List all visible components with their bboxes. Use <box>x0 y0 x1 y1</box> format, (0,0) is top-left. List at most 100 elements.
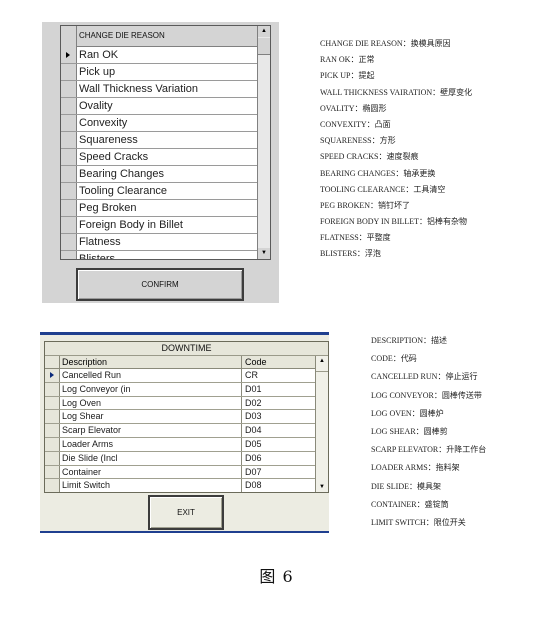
code-cell: D08 <box>241 479 319 492</box>
row-selector[interactable] <box>61 166 76 182</box>
description-cell: Log Shear <box>62 411 104 422</box>
reason-label: Blisters <box>79 253 116 260</box>
vertical-scrollbar[interactable]: ▲ ▼ <box>315 356 328 492</box>
table-row[interactable]: Container D07 <box>45 465 315 480</box>
list-item[interactable]: Convexity <box>61 115 257 132</box>
list-item[interactable]: Blisters <box>61 251 257 260</box>
list-item[interactable]: Ran OK <box>61 47 257 64</box>
list-item[interactable]: Bearing Changes <box>61 166 257 183</box>
scrollbar-thumb[interactable] <box>258 38 270 55</box>
glossary-entry: BLISTERS：浮泡 <box>320 249 381 259</box>
reason-list: Ran OK Pick up Wall Thickness Variation Ova… <box>61 47 257 260</box>
scroll-down-icon[interactable]: ▼ <box>316 482 328 492</box>
row-selector[interactable] <box>45 437 60 451</box>
description-cell: Cancelled Run <box>62 370 122 380</box>
glossary-entry: LOG OVEN：圆棒炉 <box>371 408 444 418</box>
current-row-arrow-icon <box>66 52 70 58</box>
glossary-entry: LOADER ARMS：拖料架 <box>371 463 460 473</box>
row-selector[interactable] <box>61 98 76 114</box>
list-item[interactable]: Pick up <box>61 64 257 81</box>
row-selector[interactable] <box>61 217 76 233</box>
table-row[interactable]: Cancelled Run CR <box>45 369 315 383</box>
confirm-button[interactable]: CONFIRM <box>76 268 244 301</box>
table-row[interactable]: Loader Arms D05 <box>45 437 315 452</box>
row-selector[interactable] <box>45 396 60 410</box>
row-selector[interactable] <box>61 149 76 165</box>
row-selector[interactable] <box>45 382 60 396</box>
figure-caption: 图 6 <box>259 567 294 586</box>
exit-button[interactable]: EXIT <box>148 495 224 530</box>
row-selector[interactable] <box>61 64 76 80</box>
list-item[interactable]: Squareness <box>61 132 257 149</box>
column-header-change-die-reason[interactable]: CHANGE DIE REASON <box>77 26 257 47</box>
code-cell: D03 <box>241 410 319 424</box>
reason-label: Ovality <box>79 100 113 112</box>
list-item[interactable]: Flatness <box>61 234 257 251</box>
change-die-reason-grid: CHANGE DIE REASON Ran OK Pick up Wall Thic… <box>60 25 271 260</box>
description-cell: Die Slide (Incl <box>62 452 118 463</box>
column-header-code[interactable]: Code <box>241 356 267 368</box>
code-cell: D01 <box>241 382 319 396</box>
glossary-entry: PICK UP：提起 <box>320 71 375 81</box>
list-item[interactable]: Foreign Body in Billet <box>61 217 257 234</box>
table-row[interactable]: Die Slide (Incl D06 <box>45 451 315 466</box>
reason-label: Foreign Body in Billet <box>79 219 183 231</box>
table-row[interactable]: Log Conveyor (in D01 <box>45 382 315 397</box>
reason-label: Ran OK <box>79 49 119 61</box>
scroll-up-icon[interactable]: ▲ <box>258 26 270 37</box>
glossary-entry: FLATNESS：平整度 <box>320 233 391 243</box>
row-selector[interactable] <box>61 47 76 63</box>
row-selector[interactable] <box>45 451 60 465</box>
downtime-list: Cancelled Run CR Log Conveyor (in D01 Log Ov… <box>45 369 315 492</box>
scrollbar-thumb[interactable] <box>316 367 328 372</box>
reason-label: Flatness <box>79 236 121 248</box>
list-item[interactable]: Tooling Clearance <box>61 183 257 200</box>
table-row[interactable]: Scarp Elevator D04 <box>45 424 315 438</box>
glossary-entry: CONVEXITY：凸面 <box>320 119 391 129</box>
glossary-entry: OVALITY：椭圆形 <box>320 103 387 113</box>
row-selector[interactable] <box>45 424 60 437</box>
code-cell: D05 <box>241 437 319 451</box>
row-selector[interactable] <box>61 183 76 199</box>
table-row[interactable]: Log Oven D02 <box>45 396 315 411</box>
description-cell: Log Oven <box>62 397 102 408</box>
row-selector[interactable] <box>61 81 76 97</box>
code-cell: CR <box>241 369 319 382</box>
reason-label: Convexity <box>79 117 128 129</box>
description-cell: Limit Switch <box>62 480 111 491</box>
glossary-entry: CONTAINER：盛锭筒 <box>371 499 449 509</box>
code-cell: D04 <box>241 424 319 437</box>
row-selector[interactable] <box>61 200 76 216</box>
reason-label: Tooling Clearance <box>79 185 168 197</box>
list-item[interactable]: Ovality <box>61 98 257 115</box>
row-selector[interactable] <box>45 410 60 424</box>
row-selector[interactable] <box>61 115 76 131</box>
list-item[interactable]: Peg Broken <box>61 200 257 217</box>
row-selector[interactable] <box>61 234 76 250</box>
glossary-change-die-reason: CHANGE DIE REASON：换模具原因 RAN OK：正常 PICK UP：… <box>320 36 472 263</box>
table-row[interactable]: Log Shear D03 <box>45 410 315 425</box>
glossary-entry: SQUARENESS：方形 <box>320 136 396 146</box>
downtime-grid: DOWNTIME Description Code Cancelled Run C… <box>44 341 329 493</box>
scroll-down-icon[interactable]: ▼ <box>258 248 270 259</box>
current-row-arrow-icon <box>50 372 54 379</box>
row-selector[interactable] <box>45 369 60 382</box>
code-cell: D02 <box>241 396 319 410</box>
description-cell: Container <box>62 466 102 477</box>
row-selector[interactable] <box>61 251 76 259</box>
glossary-entry: FOREIGN BODY IN BILLET：铝棒有杂物 <box>320 217 468 227</box>
glossary-entry: SCARP ELEVATOR：升降工作台 <box>371 445 487 455</box>
reason-label: Pick up <box>79 66 116 78</box>
row-selector[interactable] <box>45 465 60 479</box>
row-selector[interactable] <box>61 132 76 148</box>
list-item[interactable]: Wall Thickness Variation <box>61 81 257 98</box>
list-item[interactable]: Speed Cracks <box>61 149 257 166</box>
table-row[interactable]: Limit Switch D08 <box>45 479 315 492</box>
column-header-description[interactable]: Description <box>60 356 107 368</box>
row-selector[interactable] <box>45 479 60 492</box>
scroll-up-icon[interactable]: ▲ <box>316 356 328 366</box>
vertical-scrollbar[interactable]: ▲ ▼ <box>257 26 270 259</box>
glossary-entry: RAN OK：正常 <box>320 55 375 65</box>
reason-label: Speed Cracks <box>79 151 149 163</box>
reason-label: Wall Thickness Variation <box>79 83 199 95</box>
